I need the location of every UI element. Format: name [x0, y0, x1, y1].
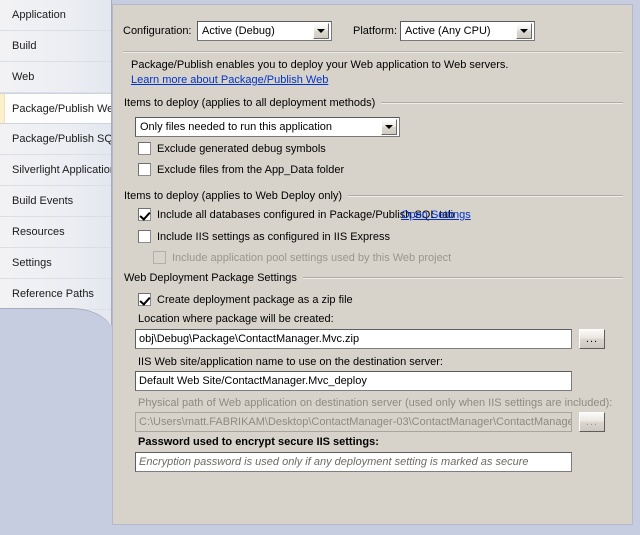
checkbox-label: Include IIS settings as configured in II…	[157, 230, 390, 243]
checkbox-label: Exclude files from the App_Data folder	[157, 163, 345, 176]
items-to-deploy-webdeploy-group-header: Items to deploy (applies to Web Deploy o…	[124, 190, 623, 202]
intro-description: Package/Publish enables you to deploy yo…	[131, 59, 509, 71]
sidebar-item-web[interactable]: Web	[0, 62, 111, 93]
sidebar-item-silverlight-applications[interactable]: Silverlight Applications	[0, 155, 111, 186]
group-rule	[348, 195, 623, 197]
sidebar-item-label: Package/Publish SQL	[12, 133, 112, 145]
sidebar-bottom-edge	[0, 308, 113, 346]
checkbox-icon[interactable]	[138, 142, 151, 155]
password-label: Password used to encrypt secure IIS sett…	[138, 436, 379, 448]
sidebar-item-label: Application	[12, 9, 66, 21]
checkbox-label: Include application pool settings used b…	[172, 251, 452, 264]
checkbox-icon[interactable]	[138, 163, 151, 176]
physical-path-label: Physical path of Web application on dest…	[138, 397, 613, 409]
checkbox-icon	[153, 251, 166, 264]
items-to-deploy-all-group-header: Items to deploy (applies to all deployme…	[124, 97, 623, 109]
create-zip-package-checkbox[interactable]: Create deployment package as a zip file	[138, 293, 353, 306]
sidebar-item-resources[interactable]: Resources	[0, 217, 111, 248]
package-location-input[interactable]: obj\Debug\Package\ContactManager.Mvc.zip	[135, 329, 572, 349]
deploy-mode-dropdown[interactable]: Only files needed to run this applicatio…	[135, 117, 400, 137]
exclude-debug-symbols-checkbox[interactable]: Exclude generated debug symbols	[138, 142, 326, 155]
checkbox-icon[interactable]	[138, 208, 151, 221]
group-title: Web Deployment Package Settings	[124, 272, 297, 284]
group-rule	[381, 102, 623, 104]
sidebar-item-package-publish-sql[interactable]: Package/Publish SQL	[0, 124, 111, 155]
package-settings-group-header: Web Deployment Package Settings	[124, 272, 623, 284]
chevron-down-icon[interactable]	[313, 23, 329, 39]
sidebar-item-application[interactable]: Application	[0, 0, 111, 31]
chevron-down-icon[interactable]	[516, 23, 532, 39]
physical-path-browse-button: ...	[579, 412, 605, 432]
group-title: Items to deploy (applies to Web Deploy o…	[124, 190, 343, 202]
sidebar-item-settings[interactable]: Settings	[0, 248, 111, 279]
sidebar-item-label: Settings	[12, 257, 52, 269]
configuration-toolbar: Configuration: Active (Debug) Platform: …	[123, 21, 623, 43]
deploy-mode-value: Only files needed to run this applicatio…	[140, 121, 333, 133]
platform-value: Active (Any CPU)	[405, 25, 491, 37]
properties-tab-list: Application Build Web Package/Publish We…	[0, 0, 112, 325]
include-iis-settings-checkbox[interactable]: Include IIS settings as configured in II…	[138, 230, 390, 243]
iis-site-name-input[interactable]: Default Web Site/ContactManager.Mvc_depl…	[135, 371, 572, 391]
sidebar-item-label: Build	[12, 40, 37, 52]
physical-path-input: C:\Users\matt.FABRIKAM\Desktop\ContactMa…	[135, 412, 572, 432]
platform-dropdown[interactable]: Active (Any CPU)	[400, 21, 535, 41]
package-publish-web-panel: Configuration: Active (Debug) Platform: …	[112, 4, 633, 525]
sidebar-item-build[interactable]: Build	[0, 31, 111, 62]
sidebar-item-label: Resources	[12, 226, 65, 238]
sidebar-item-package-publish-web[interactable]: Package/Publish Web	[0, 93, 111, 124]
configuration-value: Active (Debug)	[202, 25, 275, 37]
sidebar-item-label: Reference Paths	[12, 288, 94, 300]
include-app-pool-settings-checkbox: Include application pool settings used b…	[153, 251, 451, 264]
checkbox-label: Exclude generated debug symbols	[157, 142, 326, 155]
exclude-app-data-checkbox[interactable]: Exclude files from the App_Data folder	[138, 163, 344, 176]
open-settings-link[interactable]: Open Settings	[401, 209, 471, 221]
sidebar-item-label: Silverlight Applications	[12, 164, 112, 176]
sidebar-item-reference-paths[interactable]: Reference Paths	[0, 279, 111, 310]
checkbox-icon[interactable]	[138, 293, 151, 306]
toolbar-divider	[123, 51, 623, 53]
learn-more-link[interactable]: Learn more about Package/Publish Web	[131, 74, 328, 86]
platform-label: Platform:	[353, 25, 398, 37]
sidebar-item-label: Package/Publish Web	[12, 103, 112, 115]
iis-site-name-label: IIS Web site/application name to use on …	[138, 356, 443, 368]
package-location-browse-button[interactable]: ...	[579, 329, 605, 349]
group-rule	[302, 277, 623, 279]
group-title: Items to deploy (applies to all deployme…	[124, 97, 376, 109]
sidebar-item-build-events[interactable]: Build Events	[0, 186, 111, 217]
password-input[interactable]: Encryption password is used only if any …	[135, 452, 572, 472]
chevron-down-icon[interactable]	[381, 119, 397, 135]
package-location-label: Location where package will be created:	[138, 313, 334, 325]
checkbox-label: Create deployment package as a zip file	[157, 293, 353, 306]
configuration-dropdown[interactable]: Active (Debug)	[197, 21, 332, 41]
sidebar-item-label: Web	[12, 71, 35, 83]
configuration-label: Configuration:	[123, 25, 192, 37]
checkbox-icon[interactable]	[138, 230, 151, 243]
sidebar-item-label: Build Events	[12, 195, 74, 207]
